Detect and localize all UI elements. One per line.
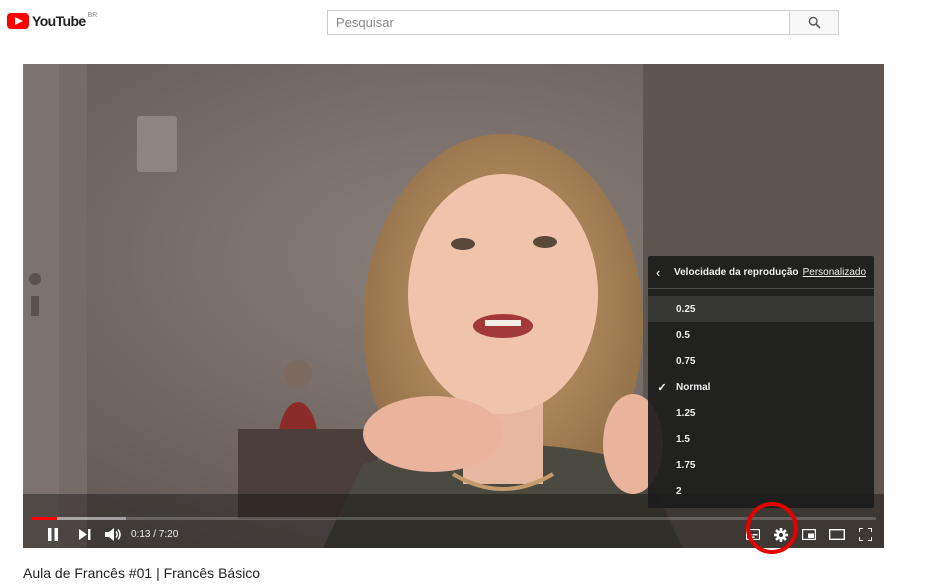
search-bar xyxy=(327,10,839,35)
fullscreen-button[interactable] xyxy=(856,521,874,548)
speed-option-1-75[interactable]: 1.75 xyxy=(648,452,874,478)
theater-mode-button[interactable] xyxy=(828,521,846,548)
masthead: YouTube BR xyxy=(0,0,925,46)
volume-icon xyxy=(104,528,121,541)
annotation-circle xyxy=(746,502,798,554)
theater-mode-icon xyxy=(829,529,845,540)
menu-title: Velocidade da reprodução xyxy=(674,266,799,278)
search-button[interactable] xyxy=(789,10,839,35)
pause-icon xyxy=(48,528,58,541)
logo-country-code: BR xyxy=(87,11,98,19)
next-button[interactable] xyxy=(71,521,99,548)
menu-header: ‹ Velocidade da reprodução Personalizado xyxy=(648,256,874,289)
speed-option-0-75[interactable]: 0.75 xyxy=(648,348,874,374)
youtube-logo[interactable]: YouTube BR xyxy=(7,11,98,29)
search-icon xyxy=(808,16,821,29)
speed-list: 0.25 0.5 0.75 ✓ Normal 1.25 1.5 1.75 2 xyxy=(648,289,874,504)
speed-option-1-5[interactable]: 1.5 xyxy=(648,426,874,452)
speed-option-0-25[interactable]: 0.25 xyxy=(648,296,874,322)
speed-option-0-5[interactable]: 0.5 xyxy=(648,322,874,348)
speed-option-2[interactable]: 2 xyxy=(648,478,874,504)
speed-label: 0.25 xyxy=(676,303,696,315)
checkmark-icon: ✓ xyxy=(657,381,667,394)
pause-button[interactable] xyxy=(35,521,71,548)
chevron-left-icon[interactable]: ‹ xyxy=(656,265,674,280)
speed-label: 2 xyxy=(676,485,682,497)
speed-option-normal[interactable]: ✓ Normal xyxy=(648,374,874,400)
speed-label: 0.75 xyxy=(676,355,696,367)
speed-label: Normal xyxy=(676,381,711,393)
youtube-play-icon xyxy=(7,13,29,29)
progress-played xyxy=(31,517,57,520)
speed-label: 1.5 xyxy=(676,433,690,445)
time-display: 0:13 / 7:20 xyxy=(131,529,179,540)
volume-button[interactable] xyxy=(99,521,127,548)
speed-label: 1.75 xyxy=(676,459,696,471)
miniplayer-button[interactable] xyxy=(800,521,818,548)
logo-text: YouTube xyxy=(32,13,86,29)
next-icon xyxy=(79,529,91,540)
speed-label: 1.25 xyxy=(676,407,696,419)
video-title: Aula de Francês #01 | Francês Básico xyxy=(23,565,261,581)
speed-label: 0.5 xyxy=(676,329,690,341)
custom-speed-link[interactable]: Personalizado xyxy=(803,267,866,278)
search-input[interactable] xyxy=(327,10,789,35)
miniplayer-icon xyxy=(802,529,816,540)
playback-speed-menu: ‹ Velocidade da reprodução Personalizado… xyxy=(648,256,874,508)
speed-option-1-25[interactable]: 1.25 xyxy=(648,400,874,426)
fullscreen-icon xyxy=(858,528,872,541)
